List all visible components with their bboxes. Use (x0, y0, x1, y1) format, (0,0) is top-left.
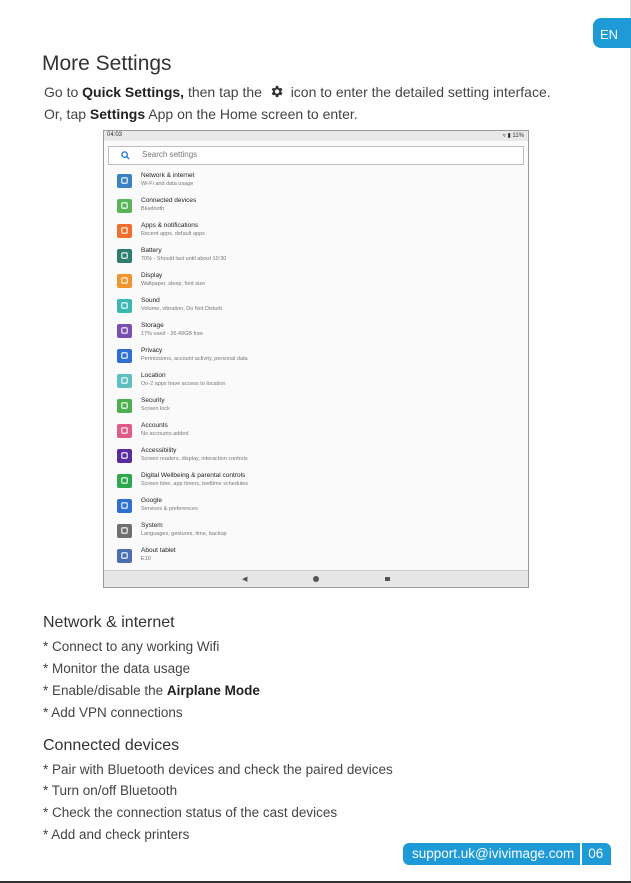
settings-item-summary: Recent apps, default apps (141, 231, 205, 237)
settings-item-label: Location (141, 372, 166, 379)
settings-item-label: Security (141, 397, 165, 404)
intro-line-2: Or, tap Settings App on the Home screen … (44, 106, 358, 122)
search-placeholder: Search settings (142, 150, 198, 159)
settings-item-label: Storage (141, 322, 164, 329)
settings-item-label: Display (141, 272, 163, 279)
settings-item-label: About tablet (141, 547, 176, 554)
storage-icon (117, 324, 132, 338)
network-bullet: * Connect to any working Wifi (43, 639, 220, 654)
status-time: 04:03 (107, 132, 123, 138)
system-icon (117, 524, 132, 538)
support-email[interactable]: support.uk@ivivimage.com (403, 843, 581, 865)
settings-item-label: Accounts (141, 422, 168, 429)
devices-heading: Connected devices (43, 737, 180, 754)
display-icon (117, 274, 132, 288)
devices-bullet: * Pair with Bluetooth devices and check … (43, 762, 393, 777)
settings-item-summary: Services & preferences (141, 506, 198, 512)
recents-icon[interactable] (385, 577, 390, 581)
settings-item-summary: Screen lock (141, 406, 170, 412)
devices-bullet: * Turn on/off Bluetooth (43, 783, 178, 798)
back-icon[interactable]: ◀ (242, 575, 247, 583)
settings-item-summary: 70% - Should last until about 10:30 (141, 256, 227, 262)
status-indicators: ▿ ▮ 11% (502, 133, 524, 139)
accessibility-icon (117, 449, 132, 463)
apps-icon (117, 224, 132, 238)
devices-icon (117, 199, 132, 213)
settings-term: Settings (89, 106, 146, 122)
settings-item-label: System (141, 522, 163, 529)
accounts-icon (117, 424, 132, 438)
settings-item-summary: Volume, vibration, Do Not Disturb (141, 306, 223, 312)
settings-item-summary: Wi-Fi and data usage (141, 181, 194, 187)
language-tab: EN (593, 18, 631, 48)
bullet-text: * Enable/disable the (43, 683, 164, 698)
intro-text: icon to enter the detailed setting inter… (290, 84, 551, 100)
quick-settings-term: Quick Settings, (82, 84, 185, 100)
settings-item-summary: Permissions, account activity, personal … (141, 356, 248, 362)
settings-item-summary: Languages, gestures, time, backup (141, 531, 227, 537)
settings-item-label: Accessibility (141, 447, 177, 454)
security-icon (117, 399, 132, 413)
settings-item-label: Connected devices (141, 197, 197, 204)
footer: support.uk@ivivimage.com 06 (403, 843, 612, 865)
search-settings-bar[interactable]: Search settings (108, 146, 524, 165)
settings-item-summary: On-2 apps have access to location (141, 381, 226, 387)
settings-item-summary: Bluetooth (141, 206, 165, 212)
location-icon (117, 374, 132, 388)
settings-item-summary: No accounts added (141, 431, 189, 437)
page-title: More Settings (42, 52, 172, 75)
wellbeing-icon (117, 474, 132, 488)
wifi-icon (117, 174, 132, 188)
home-icon[interactable] (313, 576, 319, 582)
intro-text: Or, tap (44, 106, 87, 122)
intro-line-1: Go to Quick Settings, then tap the icon … (44, 84, 551, 100)
page-number: 06 (582, 843, 612, 865)
settings-item-label: Google (141, 497, 162, 504)
settings-item-label: Network & internet (141, 172, 195, 179)
network-bullet: * Monitor the data usage (43, 661, 191, 676)
settings-item-label: Apps & notifications (141, 222, 199, 229)
navigation-bar: ◀ (104, 570, 528, 587)
settings-item-summary: E10 (141, 556, 151, 562)
gear-icon (271, 85, 283, 98)
devices-bullet: * Check the connection status of the cas… (43, 805, 338, 820)
network-bullet: * Enable/disable the Airplane Mode (43, 683, 260, 698)
settings-item-summary: Screen readers, display, interaction con… (141, 456, 248, 462)
settings-item-summary: Screen time, app timers, bedtime schedul… (141, 481, 248, 487)
about-icon (117, 549, 132, 563)
settings-item-label: Privacy (141, 347, 163, 354)
settings-item-label: Battery (141, 247, 162, 254)
settings-item-label: Digital Wellbeing & parental controls (141, 472, 246, 479)
devices-bullet: * Add and check printers (43, 827, 190, 842)
intro-text: Go to (44, 84, 79, 100)
privacy-icon (117, 349, 132, 363)
language-label: EN (600, 27, 619, 42)
intro-text: then tap the (187, 84, 262, 100)
battery-icon (117, 249, 132, 263)
sound-icon (117, 299, 132, 313)
settings-item-summary: Wallpaper, sleep, font size (141, 281, 205, 287)
search-icon (121, 151, 130, 160)
network-heading: Network & internet (43, 614, 175, 631)
status-bar: 04:03 ▿ ▮ 11% (104, 131, 528, 141)
settings-screenshot: 04:03 ▿ ▮ 11% Search settings Network & … (103, 130, 529, 588)
settings-item-summary: 17% used - 26.49GB free (141, 331, 204, 337)
settings-item-label: Sound (141, 297, 160, 304)
network-bullet: * Add VPN connections (43, 705, 183, 720)
google-icon (117, 499, 132, 513)
airplane-mode-term: Airplane Mode (166, 683, 260, 698)
intro-text: App on the Home screen to enter. (148, 106, 358, 122)
